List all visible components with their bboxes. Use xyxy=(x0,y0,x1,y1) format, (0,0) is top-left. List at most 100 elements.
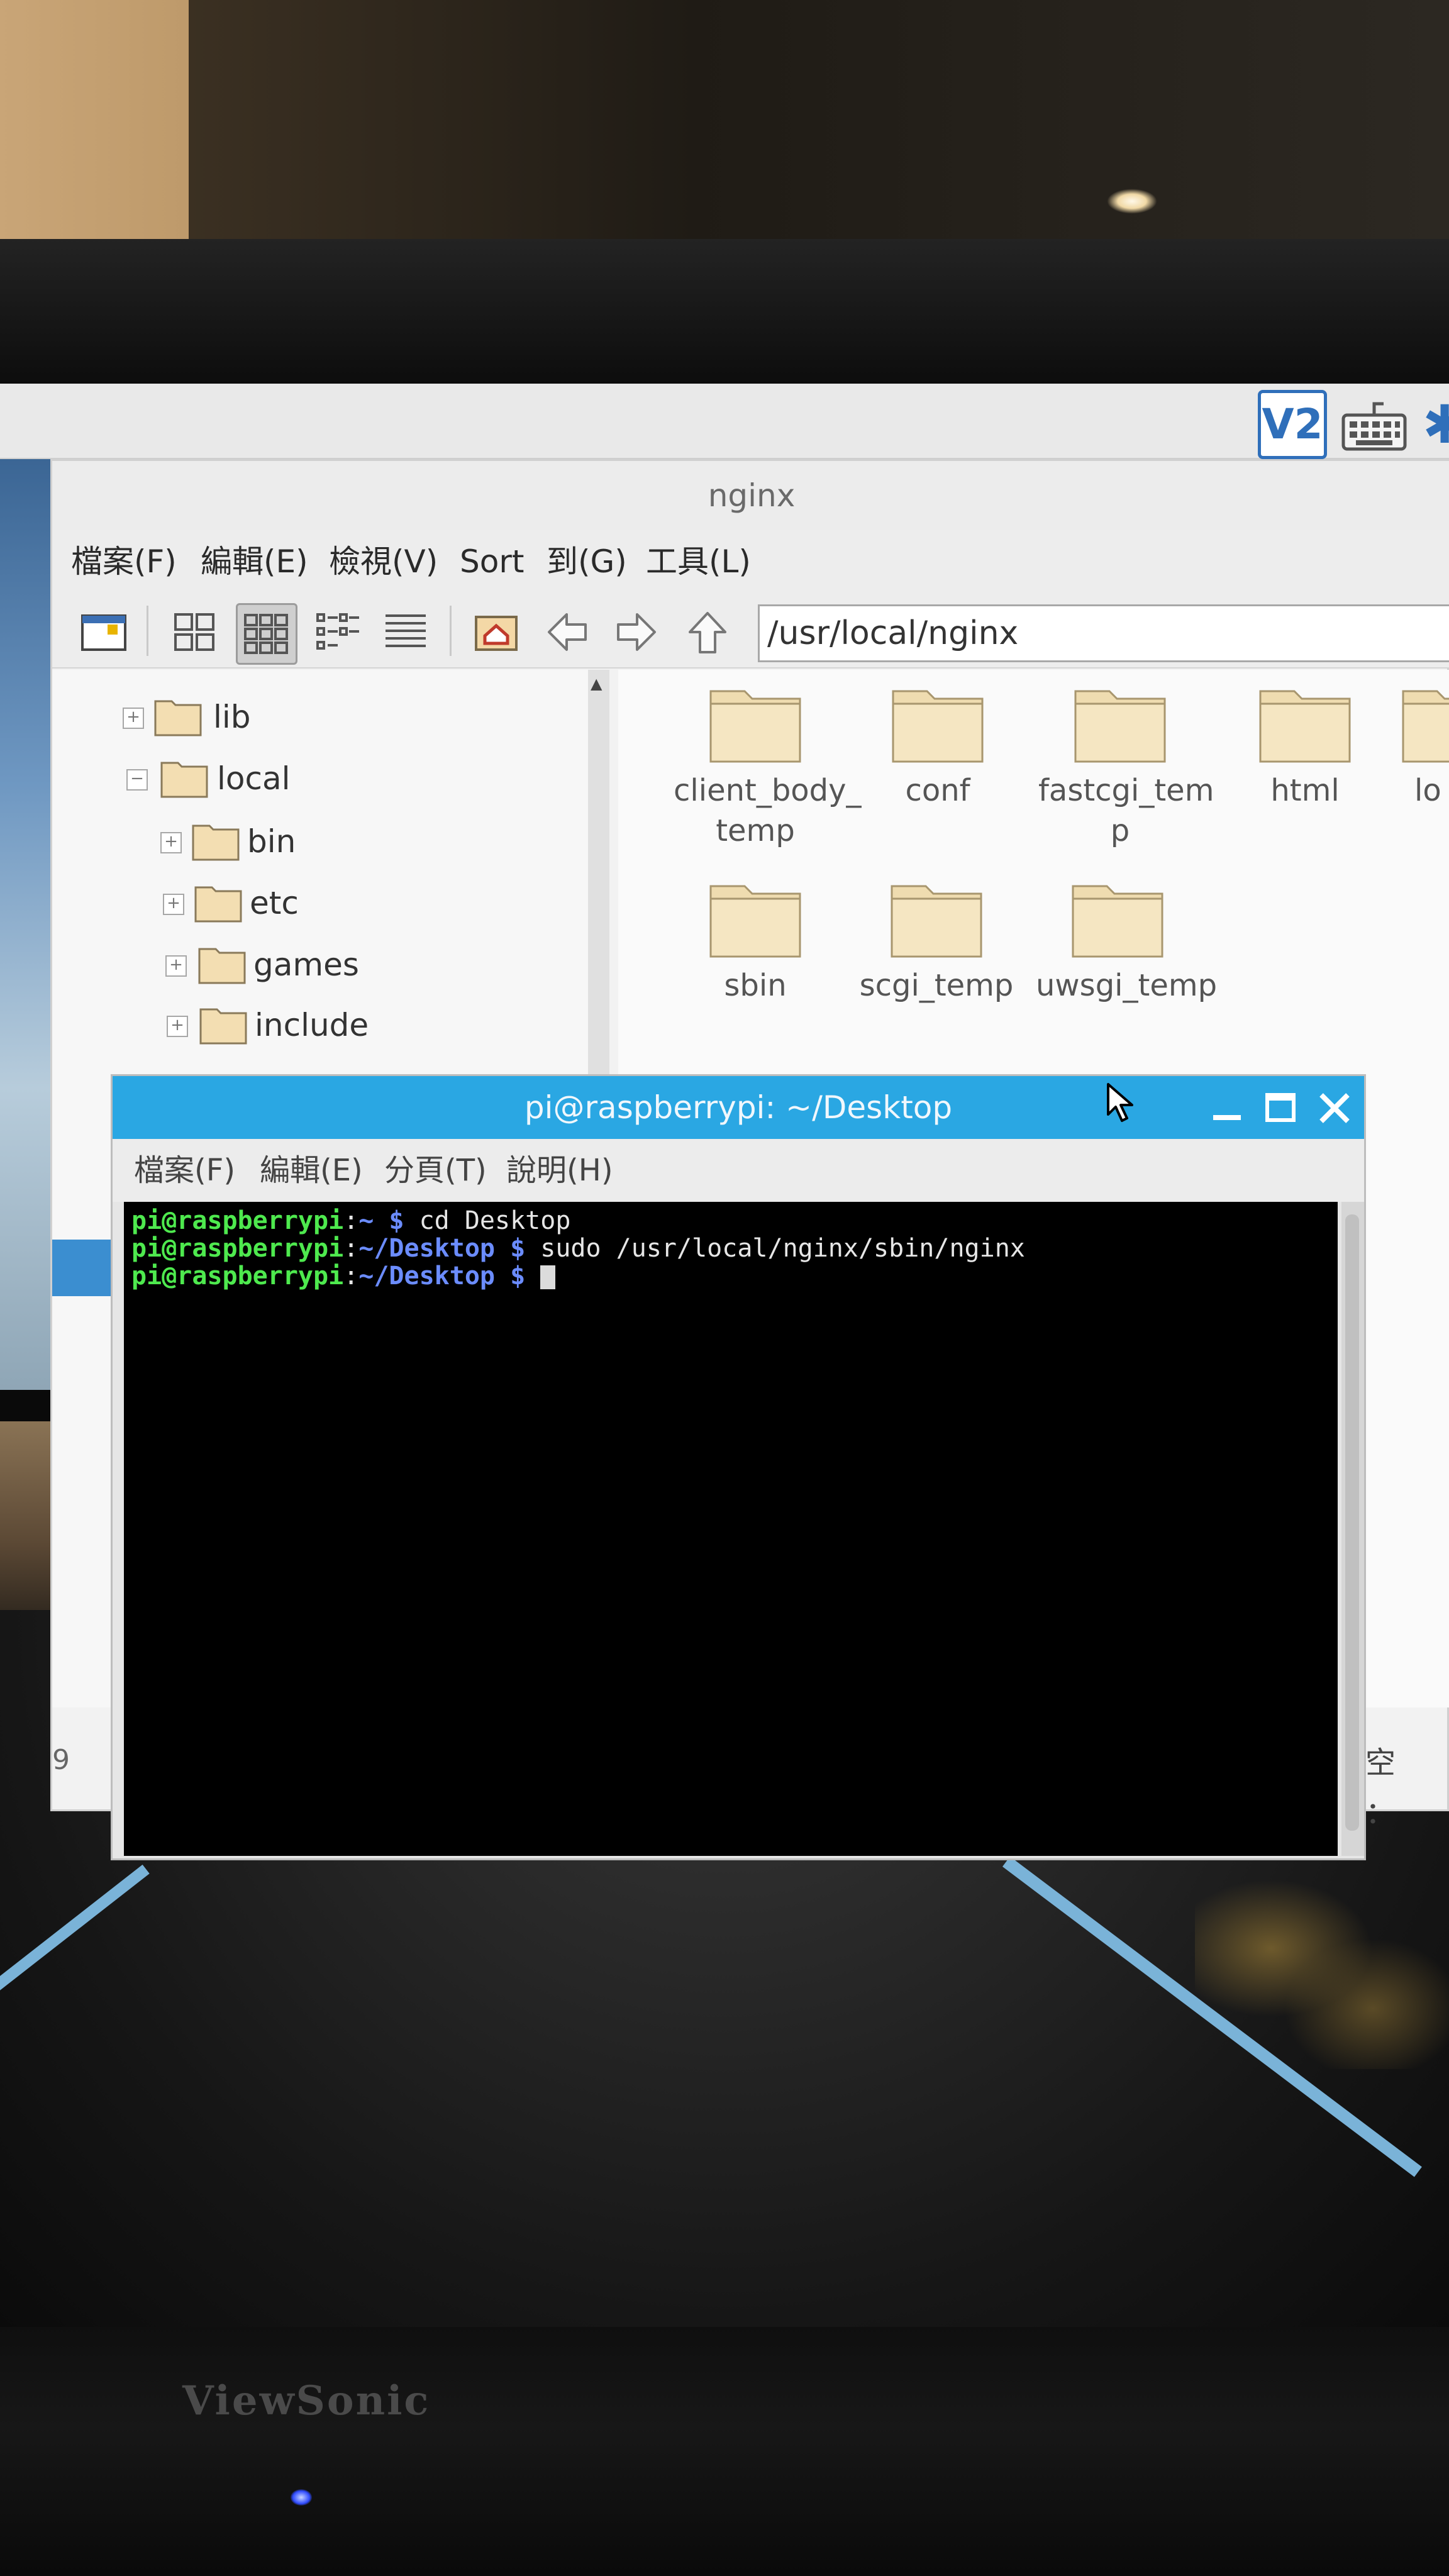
folder-item[interactable]: uwsgi_temp xyxy=(1036,877,1218,1006)
new-window-icon[interactable] xyxy=(75,603,133,661)
folder-item[interactable]: client_body_ temp xyxy=(674,682,862,851)
folder-item[interactable]: fastcgi_tem p xyxy=(1038,682,1214,851)
folder-label: fastcgi_tem p xyxy=(1038,773,1214,848)
icon-view-icon[interactable] xyxy=(165,603,223,661)
back-arrow-icon[interactable] xyxy=(538,603,596,661)
monitor-screen: V2 ✱ nginx 檔案(F) 編輯(E) 檢視(V) Sort 到(G) 工… xyxy=(0,384,1449,2327)
thumbnail-view-icon[interactable] xyxy=(236,603,297,665)
terminal-menubar: 檔案(F) 編輯(E) 分頁(T) 說明(H) xyxy=(113,1139,1364,1202)
tree-item-label: games xyxy=(253,947,359,983)
folder-label: client_body_ temp xyxy=(674,773,862,848)
tree-item-label: etc xyxy=(250,885,299,921)
folder-icon xyxy=(199,1004,247,1045)
command-text: cd Desktop xyxy=(419,1206,571,1235)
home-icon[interactable] xyxy=(467,603,525,661)
folder-item[interactable]: scgi_temp xyxy=(855,877,1018,1006)
folder-icon xyxy=(892,690,984,763)
folder-item[interactable]: html xyxy=(1223,682,1387,811)
folder-icon xyxy=(1259,690,1351,763)
keyboard-icon[interactable] xyxy=(1340,396,1409,453)
prompt-separator: : xyxy=(343,1262,359,1291)
tree-item-bin[interactable]: + bin xyxy=(52,813,593,870)
folder-icon xyxy=(891,885,982,958)
tree-item-lib[interactable]: + lib xyxy=(52,689,593,745)
menu-file[interactable]: 檔案(F) xyxy=(134,1139,235,1202)
tree-item-label: local xyxy=(217,760,291,797)
folder-icon xyxy=(709,690,801,763)
expand-icon[interactable]: + xyxy=(123,708,144,729)
menu-help[interactable]: 說明(H) xyxy=(506,1139,613,1202)
location-bar[interactable] xyxy=(758,604,1449,662)
folder-icon xyxy=(1074,690,1166,763)
prompt-path: ~/Desktop xyxy=(358,1262,495,1291)
menu-sort[interactable]: Sort xyxy=(460,530,525,593)
folder-icon xyxy=(154,696,202,736)
minimize-icon[interactable] xyxy=(1207,1087,1248,1129)
folder-label: html xyxy=(1270,773,1340,808)
bluetooth-icon[interactable]: ✱ xyxy=(1423,396,1449,453)
ceiling-light xyxy=(1107,189,1157,214)
prompt-user: pi@raspberrypi xyxy=(131,1262,344,1291)
power-led-icon xyxy=(291,2489,312,2506)
menu-tools[interactable]: 工具(L) xyxy=(646,530,751,593)
maximize-icon[interactable] xyxy=(1260,1087,1301,1129)
scrollbar-thumb[interactable] xyxy=(1345,1214,1359,1831)
prompt-path: ~/Desktop xyxy=(358,1234,495,1263)
folder-item[interactable]: lo xyxy=(1391,682,1449,811)
tree-item-include[interactable]: + include xyxy=(52,997,593,1053)
command-text: sudo /usr/local/nginx/sbin/nginx xyxy=(540,1234,1025,1263)
forward-arrow-icon[interactable] xyxy=(608,603,666,661)
vnc-icon[interactable]: V2 xyxy=(1258,390,1327,459)
folder-label: uwsgi_temp xyxy=(1036,968,1218,1003)
menu-tabs[interactable]: 分頁(T) xyxy=(384,1139,487,1202)
expand-icon[interactable]: + xyxy=(163,894,184,915)
menu-go[interactable]: 到(G) xyxy=(547,530,627,593)
expand-icon[interactable]: + xyxy=(165,955,187,977)
up-arrow-icon[interactable] xyxy=(679,603,736,661)
tree-item-games[interactable]: + games xyxy=(52,936,593,993)
terminal-line: pi@raspberrypi:~/Desktop $ xyxy=(131,1262,1330,1290)
folder-item[interactable]: conf xyxy=(856,682,1019,811)
tree-item-etc[interactable]: + etc xyxy=(52,875,593,931)
detailed-list-icon[interactable] xyxy=(377,603,435,661)
terminal-output[interactable]: pi@raspberrypi: ~ $ cd Desktop pi@raspber… xyxy=(124,1202,1338,1856)
file-manager-toolbar xyxy=(52,593,1449,669)
folder-icon xyxy=(198,944,246,984)
wallpaper-grass xyxy=(1195,1868,1449,2069)
prompt-path: ~ xyxy=(358,1206,374,1235)
prompt-user: pi@raspberrypi xyxy=(131,1206,344,1235)
expand-icon[interactable]: + xyxy=(160,832,182,853)
menu-edit[interactable]: 編輯(E) xyxy=(260,1139,363,1202)
monitor-bottom-bezel xyxy=(0,2327,1449,2576)
prompt-dollar: $ xyxy=(495,1262,541,1291)
background-cabinet xyxy=(189,0,1449,239)
folder-icon xyxy=(1072,885,1163,958)
folder-icon xyxy=(160,758,208,798)
tree-item-label: lib xyxy=(213,699,251,735)
folder-label: conf xyxy=(905,773,970,808)
status-item-count: 9 xyxy=(52,1744,70,1776)
file-manager-menubar: 檔案(F) 編輯(E) 檢視(V) Sort 到(G) 工具(L) xyxy=(52,530,1449,593)
menu-view[interactable]: 檢視(V) xyxy=(329,530,438,593)
prompt-user: pi@raspberrypi xyxy=(131,1234,344,1263)
terminal-window: pi@raspberrypi: ~/Desktop 檔案(F) 編輯(E) 分頁… xyxy=(111,1074,1366,1860)
expand-icon[interactable]: + xyxy=(167,1016,188,1037)
collapse-icon[interactable]: − xyxy=(126,769,148,791)
terminal-line: pi@raspberrypi:~/Desktop $ sudo /usr/loc… xyxy=(131,1235,1330,1262)
terminal-titlebar[interactable]: pi@raspberrypi: ~/Desktop xyxy=(113,1076,1364,1139)
tree-item-local[interactable]: − local xyxy=(52,750,593,807)
scroll-up-icon[interactable]: ▲ xyxy=(591,675,607,692)
menu-file[interactable]: 檔案(F) xyxy=(71,530,177,593)
window-title: pi@raspberrypi: ~/Desktop xyxy=(524,1089,953,1126)
compact-view-icon[interactable] xyxy=(309,603,367,661)
folder-label: scgi_temp xyxy=(859,968,1014,1003)
prompt-dollar: $ xyxy=(374,1206,419,1235)
monitor-top-bezel xyxy=(0,239,1449,384)
mouse-pointer-icon xyxy=(1106,1082,1137,1123)
menu-edit[interactable]: 編輯(E) xyxy=(201,530,308,593)
monitor-brand-logo: ViewSonic xyxy=(182,2377,431,2424)
tree-item-label: bin xyxy=(247,823,296,860)
folder-item[interactable]: sbin xyxy=(674,877,837,1006)
close-icon[interactable] xyxy=(1314,1087,1355,1129)
desktop-top-panel: V2 ✱ xyxy=(0,384,1449,459)
